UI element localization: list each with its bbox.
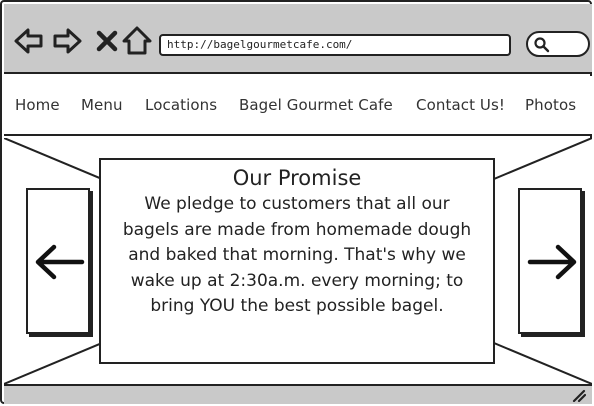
image-carousel: Our Promise We pledge to customers that …	[4, 138, 592, 384]
arrow-left-icon	[35, 244, 85, 280]
search-icon	[534, 37, 550, 53]
promise-text: We pledge to customers that all our bage…	[122, 194, 472, 316]
nav-item-locations[interactable]: Locations	[145, 96, 217, 114]
search-field[interactable]	[526, 31, 590, 57]
carousel-next-button[interactable]	[518, 188, 582, 334]
forward-icon[interactable]	[50, 24, 84, 58]
close-icon[interactable]	[90, 24, 124, 58]
status-bar	[4, 384, 592, 404]
promise-title: Our Promise	[232, 166, 362, 190]
back-icon[interactable]	[12, 24, 46, 58]
nav-item-contact-us[interactable]: Contact Us!	[416, 96, 505, 114]
site-nav: Home Menu Locations Bagel Gourmet Cafe C…	[4, 76, 592, 136]
arrow-right-icon	[527, 244, 577, 280]
nav-item-home[interactable]: Home	[15, 96, 60, 114]
promise-panel: Our Promise We pledge to customers that …	[99, 158, 495, 364]
home-icon[interactable]	[120, 24, 154, 58]
nav-item-menu[interactable]: Menu	[81, 96, 123, 114]
nav-item-photos[interactable]: Photos	[525, 96, 576, 114]
url-input[interactable]: http://bagelgourmetcafe.com/	[159, 34, 511, 56]
resize-grip-icon[interactable]	[570, 388, 586, 402]
browser-toolbar: http://bagelgourmetcafe.com/	[4, 4, 592, 74]
carousel-prev-button[interactable]	[26, 188, 90, 334]
nav-item-bagel-gourmet-cafe[interactable]: Bagel Gourmet Cafe	[239, 96, 393, 114]
browser-window: http://bagelgourmetcafe.com/ Home Menu L…	[0, 0, 592, 404]
